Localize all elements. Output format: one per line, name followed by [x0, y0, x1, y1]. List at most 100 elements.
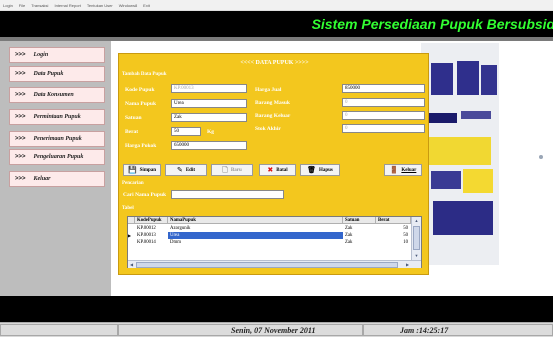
cell-kode: KP.00013: [137, 233, 156, 238]
footer-banner: [0, 296, 553, 322]
label-harga-pokok: Harga Pokok: [125, 143, 157, 149]
table-grid: KodePupuk NamaPupuk Satuan Berat KP.0001…: [128, 217, 411, 260]
nama-pupuk-field[interactable]: Urea: [171, 99, 247, 108]
kode-pupuk-field[interactable]: KP.00013: [171, 84, 247, 93]
harga-jual-field[interactable]: 850000: [342, 84, 425, 93]
keluar-button[interactable]: 🚪 Keluar: [384, 164, 422, 176]
sidebar-arrow: >>>: [15, 154, 26, 160]
sidebar-item-penerimaan-pupuk[interactable]: >>> Penerimaan Pupuk: [9, 131, 105, 147]
sidebar-arrow: >>>: [15, 136, 26, 142]
app-title: Sistem Persediaan Pupuk Bersubsidi: [311, 16, 553, 32]
red-x-icon: ✖: [267, 165, 274, 174]
label-berat: Berat: [125, 129, 139, 135]
batal-label: Batal: [276, 167, 288, 173]
sidebar-item-label: Penerimaan Pupuk: [33, 136, 82, 142]
status-segment-empty: [0, 324, 118, 336]
baru-label: Baru: [230, 167, 242, 173]
berat-unit: Kg: [207, 129, 215, 135]
scroll-thumb[interactable]: [413, 226, 420, 250]
menu-login[interactable]: Login: [3, 3, 13, 8]
cell-nama: Urea: [168, 232, 343, 239]
section-tabel: Tabel: [122, 206, 134, 211]
section-pencarian: Pencarian: [122, 181, 144, 186]
barang-keluar-field[interactable]: 0: [342, 111, 425, 120]
table-corner: [128, 217, 135, 224]
menu-transaksi[interactable]: Transaksi: [31, 3, 48, 8]
edit-label: Edit: [185, 167, 196, 173]
menu-exit[interactable]: Exit: [143, 3, 150, 8]
sidebar-arrow: >>>: [15, 114, 26, 120]
sidebar-arrow: >>>: [15, 92, 26, 98]
sidebar-item-label: Login: [33, 52, 49, 58]
sidebar-item-data-pupuk[interactable]: >>> Data Pupuk: [9, 66, 105, 82]
floppy-disk-icon: 💾: [127, 165, 137, 174]
sidebar-item-keluar[interactable]: >>> Keluar: [9, 171, 105, 187]
data-pupuk-panel: <<<< DATA PUPUK >>>> Tambah Data Pupuk K…: [118, 53, 429, 275]
scroll-left-icon[interactable]: ◀: [128, 261, 135, 268]
menu-file[interactable]: File: [19, 3, 25, 8]
satuan-field[interactable]: Zak: [171, 113, 247, 122]
trash-icon: 🗑: [307, 165, 316, 174]
col-header-satuan[interactable]: Satuan: [343, 217, 376, 224]
edit-button[interactable]: ✎ Edit: [165, 164, 207, 176]
scroll-right-icon[interactable]: ▶: [404, 261, 411, 268]
sidebar-item-label: Pengeluaran Pupuk: [33, 154, 84, 160]
table-vertical-scrollbar[interactable]: ▲ ▼: [411, 217, 421, 260]
menu-tentukan-user[interactable]: Tentukan User: [87, 3, 113, 8]
cell-satuan: Zak: [345, 240, 353, 245]
cell-kode: KP.00014: [137, 240, 156, 245]
menu-windows[interactable]: Windows8: [119, 3, 137, 8]
sidebar-item-label: Data Konsumen: [33, 92, 74, 98]
hapus-button[interactable]: 🗑 Hapus: [300, 164, 340, 176]
status-date: Senin, 07 November 2011: [118, 324, 363, 336]
sidebar-arrow: >>>: [15, 52, 26, 58]
menu-internal-report[interactable]: Internal Report: [54, 3, 80, 8]
row-pointer-icon: ▶: [128, 233, 132, 238]
sidebar-item-label: Data Pupuk: [33, 71, 64, 77]
harga-pokok-field[interactable]: 650000: [171, 141, 247, 150]
label-harga-jual: Harga Jual: [255, 87, 282, 93]
sidebar-item-label: Keluar: [33, 176, 51, 182]
sidebar-item-pengeluaran-pupuk[interactable]: >>> Pengeluaran Pupuk: [9, 149, 105, 165]
cell-nama: Dmm: [170, 240, 181, 245]
label-nama-pupuk: Nama Pupuk: [125, 101, 157, 107]
section-tambah-data: Tambah Data Pupuk: [122, 72, 167, 77]
sidebar-arrow: >>>: [15, 71, 26, 77]
keluar-label: Keluar: [401, 167, 417, 173]
scroll-down-icon[interactable]: ▼: [413, 252, 420, 259]
stok-akhir-field[interactable]: 0: [342, 124, 425, 133]
baru-button[interactable]: 🗋 Baru: [211, 164, 253, 176]
scroll-up-icon[interactable]: ▲: [413, 217, 420, 224]
berat-field[interactable]: 50: [171, 127, 201, 136]
batal-button[interactable]: ✖ Batal: [259, 164, 296, 176]
sidebar-item-data-konsumen[interactable]: >>> Data Konsumen: [9, 87, 105, 103]
status-time: Jam :14:25:17: [363, 324, 553, 336]
cell-kode: KP.00012: [137, 226, 156, 231]
sidebar-item-permintaan-pupuk[interactable]: >>> Permintaan Pupuk: [9, 109, 105, 125]
simpan-label: Simpan: [139, 167, 157, 173]
cell-nama: Azorgunik: [170, 226, 191, 231]
cell-berat: 50: [403, 226, 408, 231]
label-satuan: Satuan: [125, 115, 142, 121]
scroll-thumb[interactable]: [136, 262, 398, 268]
cell-berat: 50: [403, 233, 408, 238]
col-header-berat[interactable]: Berat: [376, 217, 411, 224]
sidebar-arrow: >>>: [15, 176, 26, 182]
col-header-nama[interactable]: NamaPupuk: [168, 217, 343, 224]
col-header-kode[interactable]: KodePupuk: [135, 217, 168, 224]
search-input[interactable]: [171, 190, 284, 199]
sidebar-item-login[interactable]: >>> Login: [9, 47, 105, 63]
sidebar: >>> Login >>> Data Pupuk >>> Data Konsum…: [0, 41, 111, 296]
status-bar: Senin, 07 November 2011 Jam :14:25:17: [0, 322, 553, 337]
barang-masuk-field[interactable]: 0: [342, 98, 425, 107]
label-kode-pupuk: Kode Pupuk: [125, 87, 155, 93]
label-stok-akhir: Stok Akhir: [255, 126, 281, 132]
new-document-icon: 🗋: [222, 165, 228, 174]
pencil-icon: ✎: [176, 165, 183, 174]
table-horizontal-scrollbar[interactable]: ◀ ▶: [128, 260, 421, 268]
simpan-button[interactable]: 💾 Simpan: [123, 164, 161, 176]
label-barang-masuk: Barang Masuk: [255, 100, 290, 106]
cell-berat: 10: [403, 240, 408, 245]
panel-title: <<<< DATA PUPUK >>>>: [240, 60, 309, 66]
pupuk-table: KodePupuk NamaPupuk Satuan Berat KP.0001…: [127, 216, 422, 268]
